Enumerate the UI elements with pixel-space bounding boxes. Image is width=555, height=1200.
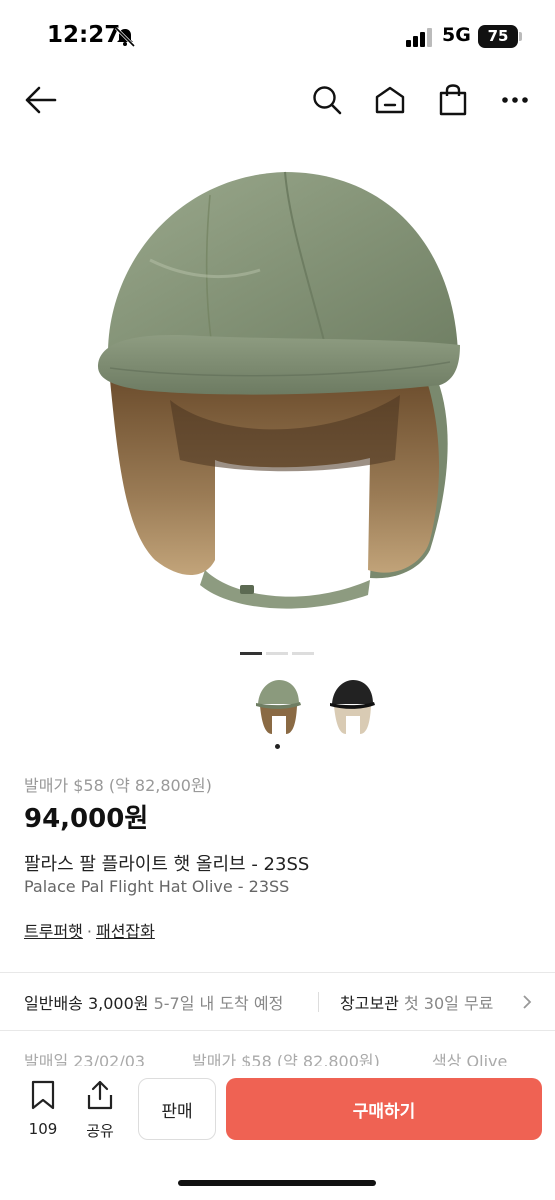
slide-dot xyxy=(240,652,262,655)
category-link-trooper-hat[interactable]: 트루퍼햇 xyxy=(24,922,83,941)
shipping-eta: 5-7일 내 도착 예정 xyxy=(153,994,284,1013)
category-breadcrumb: 트루퍼햇 · 패션잡화 xyxy=(24,918,155,942)
buy-button[interactable]: 구매하기 xyxy=(226,1078,542,1140)
bookmark-count: 109 xyxy=(28,1120,58,1138)
share-icon xyxy=(87,1080,113,1110)
bottom-action-bar: 109 공유 판매 구매하기 xyxy=(0,1066,555,1200)
variant-thumbnails xyxy=(250,676,380,746)
bookmark-button[interactable]: 109 xyxy=(22,1080,64,1140)
cart-button[interactable] xyxy=(433,80,473,120)
selected-variant-dot xyxy=(275,744,280,749)
shipping-method: 일반배송 3,000원 xyxy=(24,994,149,1013)
bookmark-icon xyxy=(31,1080,55,1110)
product-name-korean: 팔라스 팔 플라이트 햇 올리브 - 23SS xyxy=(24,854,310,875)
divider xyxy=(0,972,555,973)
search-icon xyxy=(313,86,342,115)
variant-thumb-black[interactable] xyxy=(324,676,380,738)
battery-indicator: 75 xyxy=(478,25,518,48)
storage-option[interactable]: 창고보관 첫 30일 무료 xyxy=(340,990,493,1014)
battery-cap xyxy=(519,32,522,41)
status-bar: 12:27 5G 75 xyxy=(0,0,555,72)
slide-indicator xyxy=(240,652,316,656)
variant-thumb-olive[interactable] xyxy=(250,676,306,738)
shopping-bag-icon xyxy=(439,84,467,116)
slide-dot xyxy=(292,652,314,655)
bell-off-icon xyxy=(114,26,136,48)
sell-button[interactable]: 판매 xyxy=(138,1078,216,1140)
category-link-accessories[interactable]: 패션잡화 xyxy=(96,922,155,941)
category-separator: · xyxy=(86,922,92,941)
chevron-right-icon xyxy=(523,995,532,1009)
status-time: 12:27 xyxy=(47,22,121,48)
product-image[interactable] xyxy=(0,140,555,640)
shipping-divider xyxy=(318,992,319,1012)
more-horizontal-icon xyxy=(502,97,528,103)
home-icon xyxy=(375,86,405,114)
search-button[interactable] xyxy=(307,80,347,120)
more-button[interactable] xyxy=(495,80,535,120)
current-price: 94,000원 xyxy=(24,804,149,834)
storage-label: 창고보관 xyxy=(340,994,399,1013)
back-button[interactable] xyxy=(20,80,60,120)
release-price: 발매가 $58 (약 82,800원) xyxy=(24,776,212,795)
divider xyxy=(0,1030,555,1031)
network-label: 5G xyxy=(442,24,471,46)
signal-icon xyxy=(406,28,432,47)
share-label: 공유 xyxy=(86,1122,114,1140)
storage-detail: 첫 30일 무료 xyxy=(403,994,494,1013)
top-nav xyxy=(0,72,555,128)
share-button[interactable]: 공유 xyxy=(80,1080,120,1140)
home-indicator xyxy=(178,1180,376,1186)
home-button[interactable] xyxy=(370,80,410,120)
product-name-english: Palace Pal Flight Hat Olive - 23SS xyxy=(24,877,290,896)
slide-dot xyxy=(266,652,288,655)
arrow-left-icon xyxy=(25,86,57,114)
